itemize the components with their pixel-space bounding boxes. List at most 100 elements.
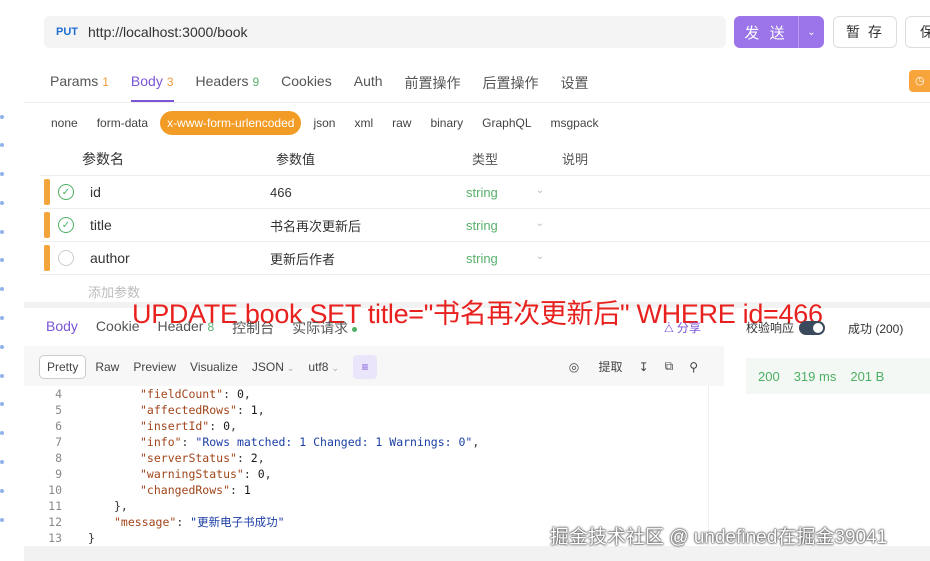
body-type-urlencoded[interactable]: x-www-form-urlencoded [160,111,302,135]
tab-params[interactable]: Params 1 [50,72,109,102]
body-type-raw[interactable]: raw [385,111,418,135]
tab-response-cookie[interactable]: Cookie [96,318,140,342]
param-type-select[interactable]: string ⌄ [466,251,556,266]
view-raw[interactable]: Raw [95,360,119,374]
validate-label: 校验响应 [746,321,795,335]
http-method[interactable]: PUT [56,26,88,38]
code-line: 8 "serverStatus": 2, [40,450,710,466]
word-wrap-icon[interactable]: ≡ [352,355,377,379]
left-gutter [0,0,24,561]
watermark: 掘金技术社区 @ undefined在掘金39041 [550,527,888,548]
body-type-xml[interactable]: xml [347,111,380,135]
code-text: "affectedRows": 1, [140,403,265,417]
tab-label: Body [130,73,163,89]
body-type-binary[interactable]: binary [423,111,470,135]
request-tabs: Params 1 Body 3 Headers 9 Cookies Auth 前置操作… [50,72,611,102]
save-button[interactable]: 暂 存 [833,16,897,48]
gutter-dot [0,345,4,349]
tab-divider [24,102,930,103]
tab-auth[interactable]: Auth [354,72,383,102]
header-value: 参数值 [276,152,316,167]
validate-toggle[interactable] [799,320,826,335]
tab-actual-request[interactable]: 实际请求 [292,318,358,342]
param-value[interactable]: 更新后作者 [270,249,466,268]
param-type-select[interactable]: string ⌄ [466,218,556,233]
status-code: 200 [758,368,780,384]
view-preview[interactable]: Preview [133,360,176,374]
param-name[interactable]: title [82,217,270,233]
body-type-msgpack[interactable]: msgpack [544,111,606,135]
tab-label: Params [50,73,99,89]
code-text: "info": "Rows matched: 1 Changed: 1 Warn… [140,435,480,449]
gutter-dot [0,287,4,291]
line-number: 4 [55,387,62,401]
param-name[interactable]: author [82,250,270,266]
tab-console[interactable]: 控制台 [232,318,274,342]
gutter-dot [0,518,4,522]
download-icon[interactable]: ↧ [639,360,649,374]
share-icon: ⧊ [664,323,674,335]
code-line: 4 "fieldCount": 0, [40,386,710,402]
line-number: 6 [55,419,62,433]
param-value[interactable]: 466 [270,185,466,200]
view-visualize[interactable]: Visualize [190,360,238,374]
tab-pre-request[interactable]: 前置操作 [405,72,461,102]
save-as-button[interactable]: 保 [905,16,930,48]
tab-response-body[interactable]: Body [46,318,78,342]
url-bar[interactable]: PUT http://localhost:3000/book [44,16,726,48]
url-input[interactable]: http://localhost:3000/book [88,24,248,40]
line-number: 8 [55,451,62,465]
code-line: 5 "affectedRows": 1, [40,402,710,418]
view-toolbar: Pretty Raw Preview Visualize JSON ⌄ utf8 ⌄… [40,352,710,382]
tab-label: Headers [195,73,249,89]
body-type-json[interactable]: json [306,111,342,135]
tab-label: 实际请求 [292,320,349,336]
line-number: 5 [55,403,62,417]
tab-count: 1 [102,75,109,89]
table-row: ✓ author 更新后作者 string ⌄ [40,242,930,275]
validate-status: 成功 (200) [848,322,904,336]
param-name[interactable]: id [82,184,270,200]
tab-count: 8 [207,320,215,334]
body-type-graphql[interactable]: GraphQL [475,111,538,135]
table-row: ✓ id 466 string ⌄ [40,176,930,209]
view-pretty[interactable]: Pretty [40,356,86,378]
encoding-select[interactable]: utf8 ⌄ [308,360,339,374]
format-select[interactable]: JSON ⌄ [252,360,295,374]
copy-icon[interactable]: ⧉ [665,359,674,374]
line-number: 13 [48,531,62,545]
row-enabled-checkbox[interactable]: ✓ [58,250,74,266]
gutter-dot [0,201,4,205]
tab-cookies[interactable]: Cookies [281,72,332,102]
param-value[interactable]: 书名再次更新后 [270,216,466,235]
code-line: 10 "changedRows": 1 [40,482,710,498]
code-text: "changedRows": 1 [140,483,251,497]
row-enabled-checkbox[interactable]: ✓ [58,217,74,233]
tab-settings[interactable]: 设置 [561,72,589,102]
chevron-down-icon[interactable]: ⌄ [799,27,824,38]
body-type-none[interactable]: none [44,111,85,135]
body-type-selector: none form-data x-www-form-urlencoded jso… [44,110,611,136]
clock-icon[interactable]: ◷ [909,70,930,92]
extract-button[interactable]: ◎ 提取 [553,358,623,375]
gutter-dot [0,172,4,176]
tab-post-request[interactable]: 后置操作 [483,72,539,102]
gutter-dot [0,143,4,147]
share-button[interactable]: ⧊ 分享 [664,319,701,336]
tab-response-header[interactable]: Header 8 [158,318,215,342]
header-desc: 说明 [562,152,589,167]
gutter-dot [0,230,4,234]
tab-count: 9 [252,75,260,89]
tab-body[interactable]: Body 3 [130,72,174,102]
send-button[interactable]: 发 送 ⌄ [734,16,824,48]
tab-headers[interactable]: Headers 9 [196,72,260,102]
param-type-select[interactable]: string ⌄ [466,185,556,200]
body-type-form-data[interactable]: form-data [90,111,155,135]
row-enabled-checkbox[interactable]: ✓ [58,184,74,200]
response-tabs: Body Cookie Header 8 控制台 实际请求 [46,318,375,342]
search-icon[interactable]: ⚲ [689,360,698,374]
tab-label: Header [157,318,204,334]
line-number: 10 [48,483,62,497]
params-table: 参数名 参数值 类型 说明 ✓ id 466 string ⌄ ✓ title 书… [40,142,930,275]
gutter-dot [0,460,4,464]
